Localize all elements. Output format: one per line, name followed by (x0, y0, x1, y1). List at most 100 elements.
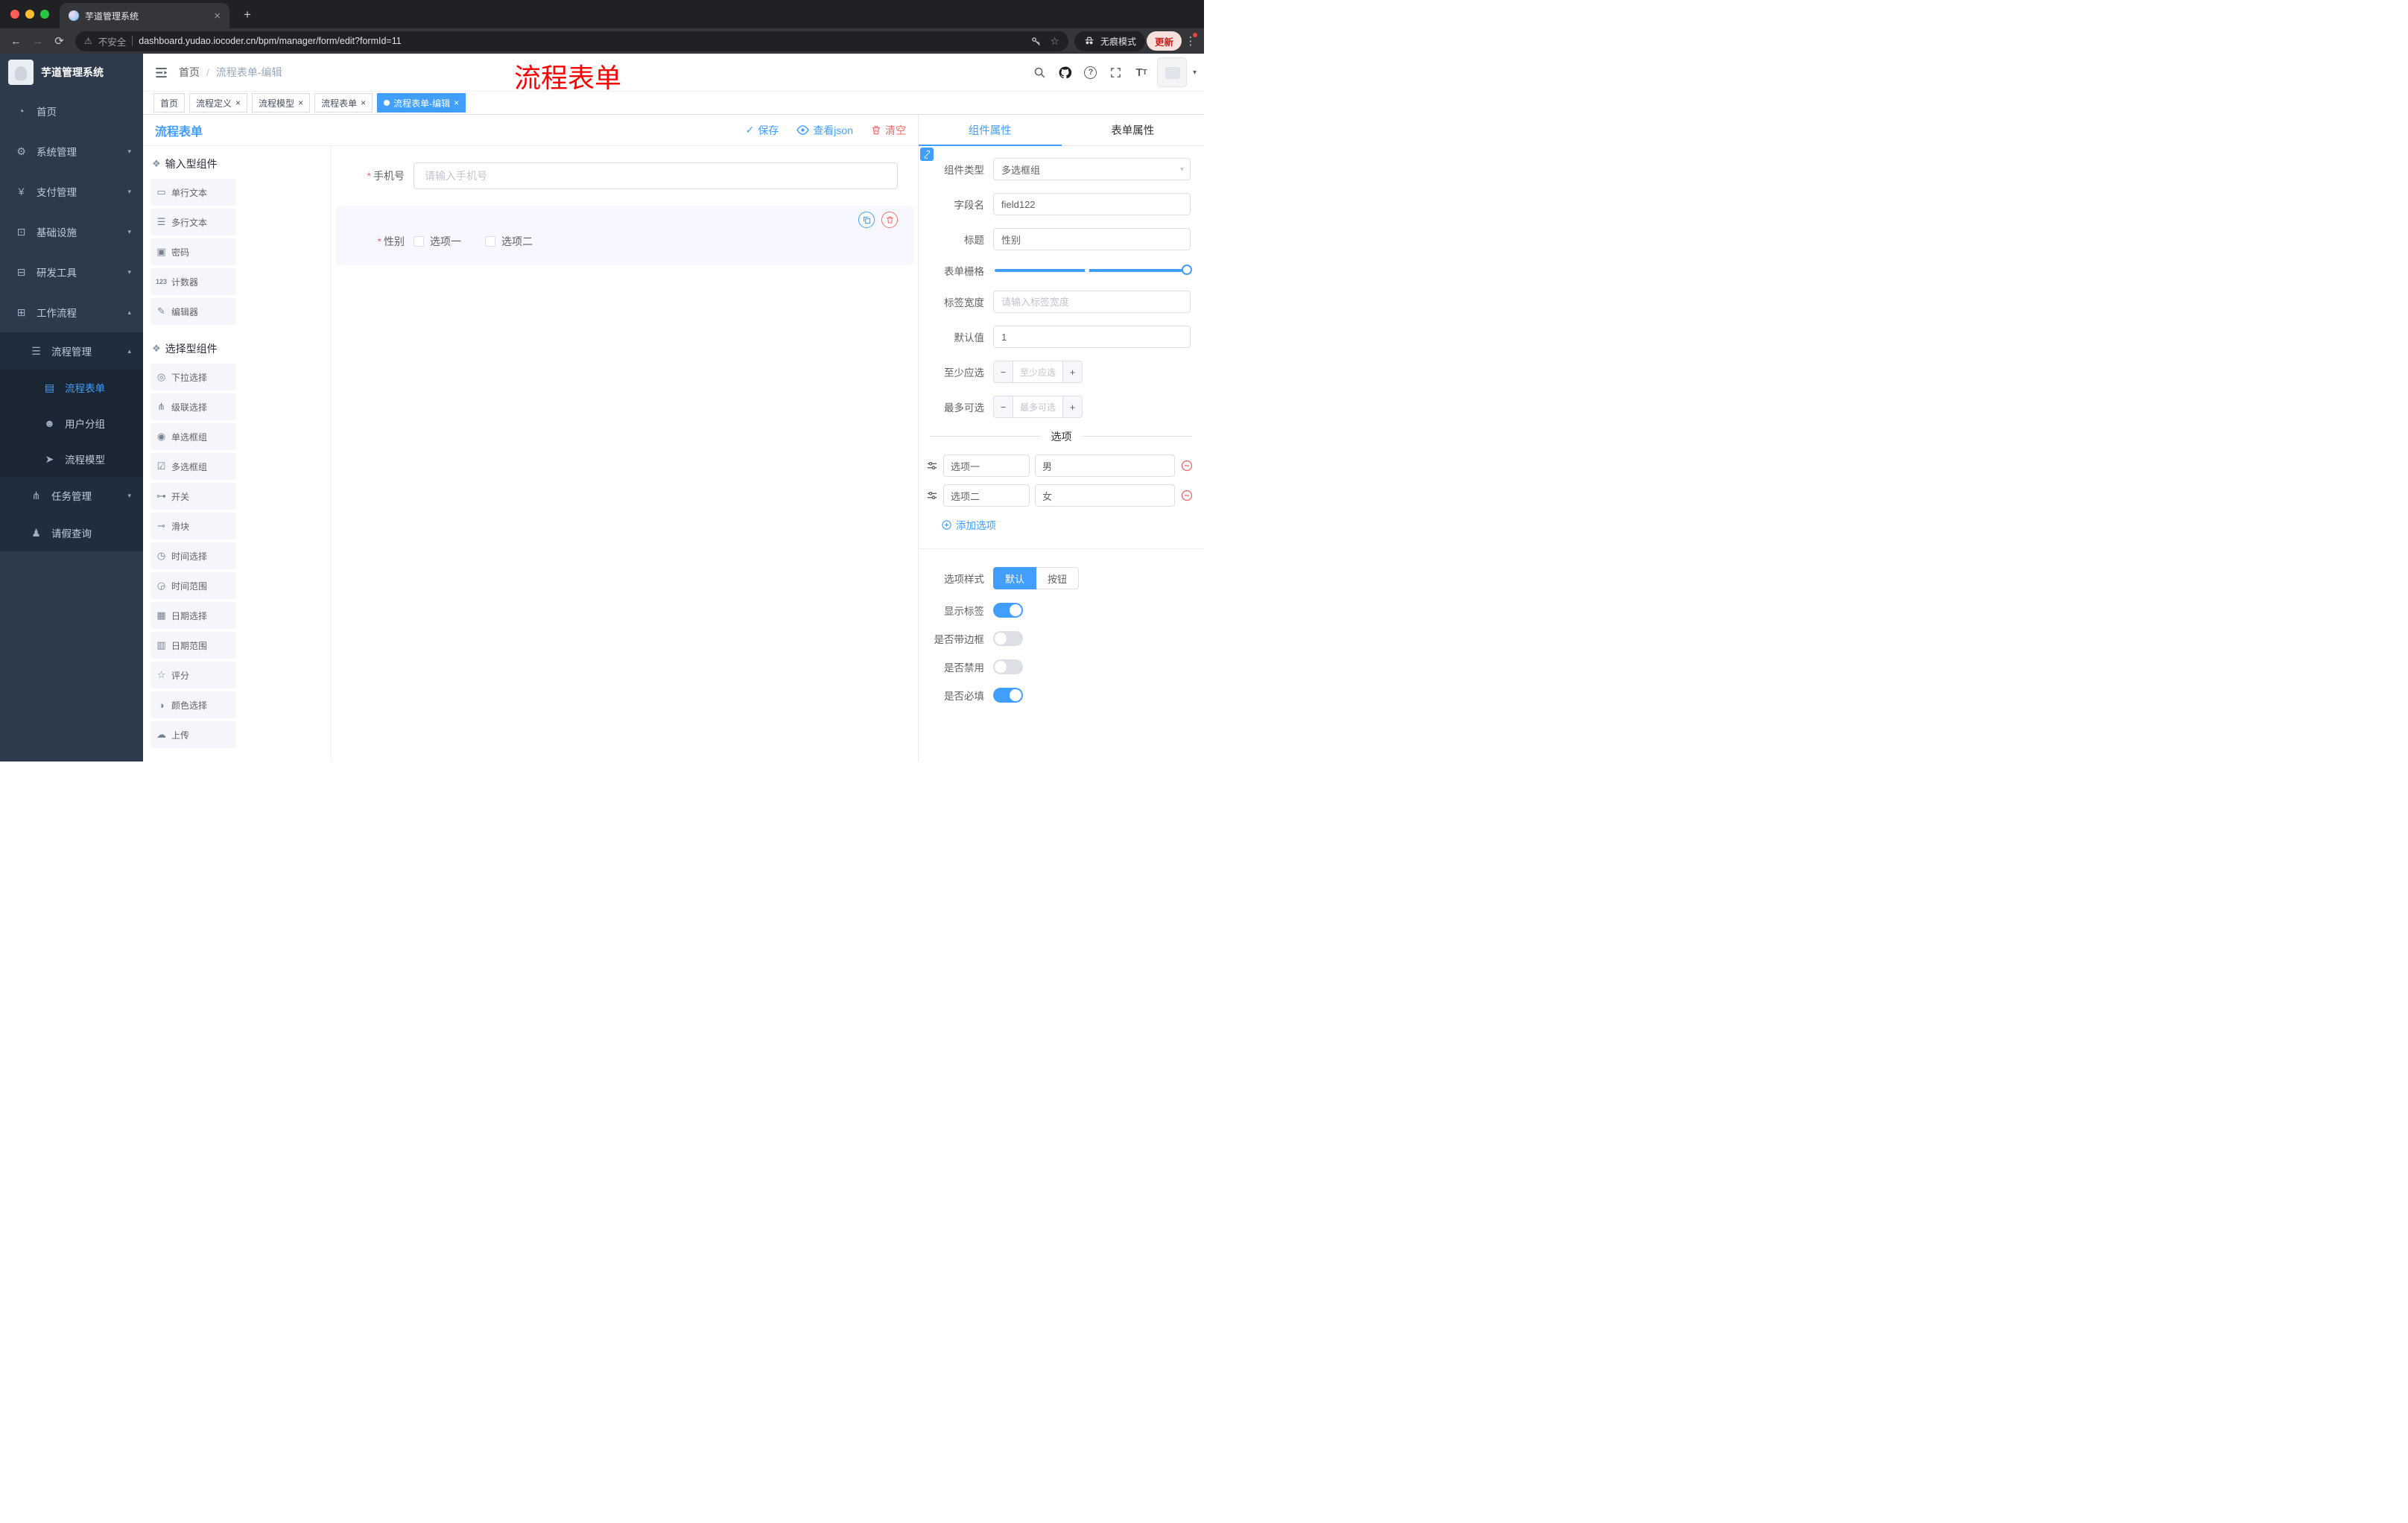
plus-button[interactable]: + (1062, 361, 1082, 382)
sidebar-item-user-group[interactable]: ☻ 用户分组 (0, 405, 143, 441)
palette-item-upload[interactable]: ☁ 上传 (150, 721, 236, 748)
sidebar-item-system[interactable]: ⚙ 系统管理 ▾ (0, 131, 143, 171)
sidebar-item-process-form[interactable]: ▤ 流程表单 (0, 370, 143, 405)
palette-item-rate[interactable]: ☆ 评分 (150, 662, 236, 688)
tab-component-props[interactable]: 组件属性 (919, 115, 1062, 146)
drag-handle-icon[interactable] (926, 460, 938, 472)
forward-button[interactable]: → (28, 31, 48, 51)
palette-item-date-picker[interactable]: ▦ 日期选择 (150, 602, 236, 629)
tag-close-icon[interactable]: × (361, 98, 366, 108)
palette-item-cascader[interactable]: ⋔ 级联选择 (150, 393, 236, 420)
back-button[interactable]: ← (6, 31, 26, 51)
window-minimize-button[interactable] (25, 10, 34, 19)
style-default-button[interactable]: 默认 (993, 567, 1037, 589)
tab-close-icon[interactable]: × (214, 10, 221, 22)
gender-field-selected[interactable]: 性别 选项一 选项二 (336, 206, 914, 265)
checkbox-icon[interactable] (414, 236, 424, 247)
palette-item-time-picker[interactable]: ◷ 时间选择 (150, 542, 236, 569)
minus-button[interactable]: − (994, 361, 1013, 382)
show-label-switch[interactable] (993, 603, 1023, 618)
remove-option-icon[interactable] (1180, 459, 1194, 472)
browser-tab[interactable]: 芋道管理系统 × (60, 3, 229, 28)
style-button-button[interactable]: 按钮 (1036, 567, 1080, 589)
disabled-switch[interactable] (993, 659, 1023, 674)
max-select-input[interactable]: 最多可选 (1013, 396, 1062, 417)
sidebar-item-workflow[interactable]: ⊞ 工作流程 ▴ (0, 292, 143, 332)
window-zoom-button[interactable] (40, 10, 49, 19)
sidebar-item-task-management[interactable]: ⋔ 任务管理 ▾ (0, 477, 143, 514)
tab-form-props[interactable]: 表单属性 (1062, 115, 1205, 145)
title-input[interactable] (993, 228, 1191, 250)
hamburger-icon[interactable] (143, 54, 179, 91)
default-value-input[interactable] (993, 326, 1191, 348)
minus-button[interactable]: − (994, 396, 1013, 417)
fullscreen-icon[interactable] (1106, 62, 1126, 83)
palette-item-select[interactable]: ◎ 下拉选择 (150, 364, 236, 390)
sidebar-item-leave-query[interactable]: ♟ 请假查询 (0, 514, 143, 551)
checkbox-icon[interactable] (485, 236, 495, 247)
browser-update-button[interactable]: 更新 (1146, 31, 1182, 51)
window-close-button[interactable] (10, 10, 19, 19)
palette-item-checkbox-group[interactable]: ☑ 多选框组 (150, 453, 236, 480)
tag-process-definition[interactable]: 流程定义 × (189, 93, 248, 113)
password-key-icon[interactable] (1030, 36, 1042, 47)
slider-handle[interactable] (1182, 265, 1192, 275)
palette-item-time-range[interactable]: ◶ 时间范围 (150, 572, 236, 599)
tag-home[interactable]: 首页 (153, 93, 186, 113)
phone-input[interactable] (414, 162, 898, 189)
palette-item-color-picker[interactable]: ◑ 颜色选择 (150, 691, 236, 718)
reload-button[interactable]: ⟳ (49, 31, 69, 51)
palette-item-switch[interactable]: ⊶ 开关 (150, 483, 236, 510)
tag-close-icon[interactable]: × (454, 98, 459, 108)
drag-handle-icon[interactable] (926, 490, 938, 501)
security-warning-icon[interactable]: ⚠ (84, 36, 92, 46)
phone-field[interactable]: 手机号 (339, 162, 918, 189)
link-handle-icon[interactable] (920, 148, 934, 161)
palette-item-textarea[interactable]: ☰ 多行文本 (150, 209, 236, 235)
field-name-input[interactable] (993, 193, 1191, 215)
palette-item-slider[interactable]: ⊸ 滑块 (150, 513, 236, 539)
search-icon[interactable] (1030, 62, 1050, 83)
sidebar-item-infra[interactable]: ⊡ 基础设施 ▾ (0, 212, 143, 252)
tag-process-form[interactable]: 流程表单 × (314, 93, 373, 113)
palette-item-password[interactable]: ▣ 密码 (150, 238, 236, 265)
palette-item-editor[interactable]: ✎ 编辑器 (150, 298, 236, 325)
label-width-input[interactable] (993, 291, 1191, 313)
remove-option-icon[interactable] (1180, 489, 1194, 502)
tag-process-model[interactable]: 流程模型 × (252, 93, 311, 113)
delete-component-button[interactable] (881, 212, 898, 228)
option-value-input[interactable] (1035, 484, 1175, 507)
gender-option-1[interactable]: 选项一 (414, 234, 461, 249)
help-icon[interactable]: ? (1081, 62, 1100, 83)
bookmark-star-icon[interactable]: ☆ (1050, 35, 1059, 48)
option-value-input[interactable] (1035, 455, 1175, 477)
address-bar[interactable]: ⚠ 不安全 dashboard.yudao.iocoder.cn/bpm/man… (75, 31, 1068, 51)
palette-item-radio-group[interactable]: ◉ 单选框组 (150, 423, 236, 450)
plus-button[interactable]: + (1062, 396, 1082, 417)
avatar[interactable] (1156, 57, 1187, 87)
palette-item-single-text[interactable]: ▭ 单行文本 (150, 179, 236, 206)
new-tab-button[interactable]: + (238, 7, 256, 25)
component-type-select[interactable]: 多选框组 ▾ (993, 158, 1191, 180)
tag-close-icon[interactable]: × (235, 98, 241, 108)
palette-item-counter[interactable]: 123 计数器 (150, 268, 236, 295)
sidebar-item-devtools[interactable]: ⊟ 研发工具 ▾ (0, 252, 143, 292)
add-option-button[interactable]: 添加选项 (941, 517, 1204, 532)
breadcrumb-home[interactable]: 首页 (179, 65, 200, 80)
tag-process-form-edit[interactable]: 流程表单-编辑 × (377, 93, 466, 113)
palette-item-date-range[interactable]: ▥ 日期范围 (150, 632, 236, 659)
clear-button[interactable]: 清空 (871, 123, 906, 138)
required-switch[interactable] (993, 688, 1023, 703)
sidebar-item-process-model[interactable]: ➤ 流程模型 (0, 441, 143, 477)
gender-option-2[interactable]: 选项二 (485, 234, 533, 249)
browser-menu-icon[interactable]: ⋮ (1183, 33, 1198, 48)
grid-slider[interactable] (995, 265, 1192, 275)
avatar-caret-icon[interactable]: ▾ (1193, 69, 1197, 77)
view-json-button[interactable]: 查看json (796, 123, 853, 138)
sidebar-item-home[interactable]: ◔ 首页 (0, 91, 143, 131)
option-label-input[interactable] (943, 455, 1030, 477)
border-switch[interactable] (993, 631, 1023, 646)
option-label-input[interactable] (943, 484, 1030, 507)
github-icon[interactable] (1056, 62, 1075, 83)
font-size-icon[interactable]: TT (1132, 62, 1151, 83)
